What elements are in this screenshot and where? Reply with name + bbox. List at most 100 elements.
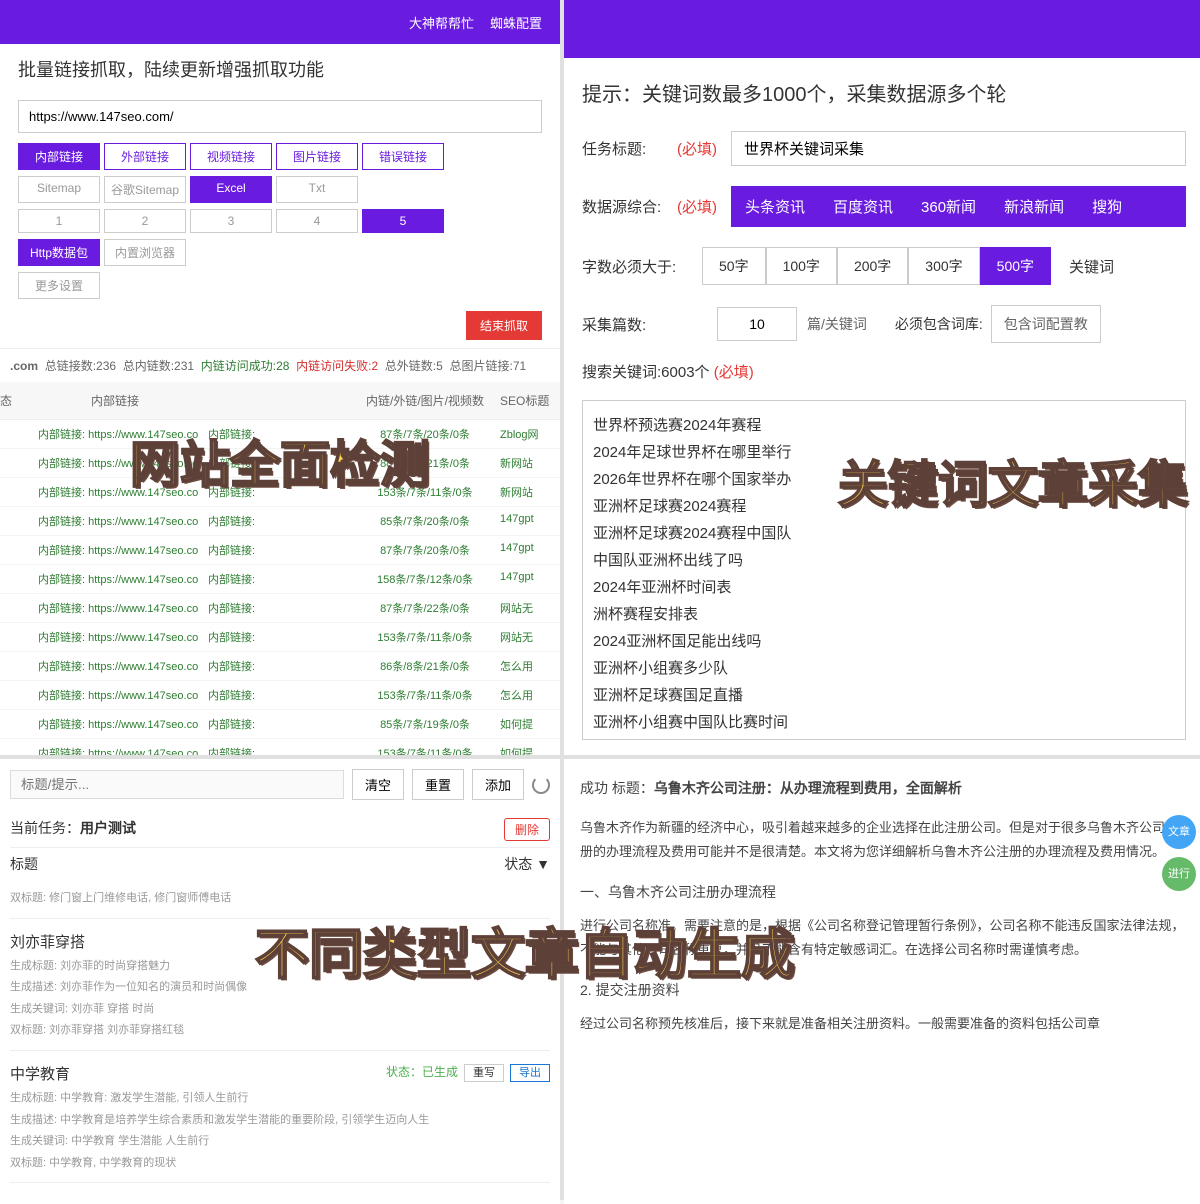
keyword-item: 2024年足球世界杯在哪里举行 bbox=[593, 438, 1175, 465]
table-row[interactable]: 内部链接: https://www.147seo.co内部链接:87条/7条/2… bbox=[0, 594, 560, 623]
count-input[interactable] bbox=[717, 307, 797, 341]
count-label: 采集篇数: bbox=[582, 314, 677, 335]
crawl-stats: .com 总链接数:236 总内链数:231 内链访问成功:28 内链访问失败:… bbox=[0, 348, 560, 382]
table-header: 态内部链接内链/外链/图片/视频数SEO标题 bbox=[0, 382, 560, 420]
tip-text: 提示：关键词数最多1000个，采集数据源多个轮 bbox=[564, 58, 1200, 121]
table-row[interactable]: 内部链接: https://www.147seo.co内部链接:85条/7条/1… bbox=[0, 710, 560, 739]
task-sub: 生成描述: 中学教育是培养学生综合素质和激发学生潜能的重要阶段, 引领学生迈向人… bbox=[10, 1110, 550, 1132]
nav-spider[interactable]: 蜘蛛配置 bbox=[490, 13, 542, 32]
link-tab-4[interactable]: 错误链接 bbox=[362, 143, 444, 170]
title-column: 标题 bbox=[10, 854, 38, 874]
article-p2: 进行公司名称准。需要注意的是，根据《公司名称登记管理暂行条例》，公司名称不能违反… bbox=[580, 914, 1188, 963]
table-row[interactable]: 内部链接: https://www.147seo.co内部链接:153条/7条/… bbox=[0, 478, 560, 507]
keyword-item: 洲杯赛程安排表 bbox=[593, 600, 1175, 627]
config-button[interactable]: 包含词配置教 bbox=[991, 305, 1101, 343]
end-crawl-button[interactable]: 结束抓取 bbox=[466, 311, 542, 340]
add-button[interactable]: 添加 bbox=[472, 769, 524, 800]
panel1-header: 批量链接抓取，陆续更新增强抓取功能 bbox=[0, 44, 560, 94]
keyword-label: 关键词 bbox=[1069, 256, 1114, 277]
must-contain-label: 必须包含词库: bbox=[895, 314, 983, 334]
task-sub: 生成描述: 刘亦菲作为一位知名的演员和时尚偶像 bbox=[10, 977, 550, 999]
wc-50字[interactable]: 50字 bbox=[702, 247, 766, 285]
delete-button[interactable]: 删除 bbox=[504, 818, 550, 841]
keyword-item: 亚洲杯小组赛多少队 bbox=[593, 654, 1175, 681]
wordcount-options: 50字100字200字300字500字 bbox=[702, 247, 1051, 285]
task-item: 刘亦菲穿搭生成标题: 刘亦菲的时尚穿搭魅力生成描述: 刘亦菲作为一位知名的演员和… bbox=[10, 919, 550, 1051]
table-row[interactable]: 内部链接: https://www.147seo.co内部链接:87条/7条/2… bbox=[0, 420, 560, 449]
task-sub: 生成标题: 中学教育: 激发学生潜能, 引领人生前行 bbox=[10, 1088, 550, 1110]
fab-article[interactable]: 文章 bbox=[1162, 815, 1196, 849]
page-5[interactable]: 5 bbox=[362, 209, 444, 233]
link-tab-2[interactable]: 视频链接 bbox=[190, 143, 272, 170]
keyword-item: 2026年世界杯在哪个国家举办 bbox=[593, 465, 1175, 492]
export-tab-2[interactable]: Excel bbox=[190, 176, 272, 203]
reset-button[interactable]: 重置 bbox=[412, 769, 464, 800]
refresh-icon[interactable] bbox=[532, 776, 550, 794]
keyword-item: 亚洲杯足球赛2024赛程中国队 bbox=[593, 519, 1175, 546]
search-input[interactable] bbox=[10, 770, 344, 799]
export-tab-0[interactable]: Sitemap bbox=[18, 176, 100, 203]
task-title: 中学教育状态：已生成重写导出 bbox=[10, 1059, 550, 1088]
task-sub: 双标题: 修门窗上门维修电话, 修门窗师傅电话 bbox=[10, 888, 550, 910]
task-title-label: 任务标题: bbox=[582, 138, 677, 159]
table-row[interactable]: 内部链接: https://www.147seo.co内部链接:153条/7条/… bbox=[0, 681, 560, 710]
export-tab-3[interactable]: Txt bbox=[276, 176, 358, 203]
keyword-textarea[interactable]: 世界杯预选赛2024年赛程2024年足球世界杯在哪里举行2026年世界杯在哪个国… bbox=[582, 400, 1186, 740]
page-2[interactable]: 2 bbox=[104, 209, 186, 233]
fab-progress[interactable]: 进行 bbox=[1162, 857, 1196, 891]
wc-500字[interactable]: 500字 bbox=[980, 247, 1051, 285]
nav-help[interactable]: 大神帮帮忙 bbox=[409, 13, 474, 32]
table-row[interactable]: 内部链接: https://www.147seo.co内部链接:158条/7条/… bbox=[0, 565, 560, 594]
mode-tab-0[interactable]: Http数据包 bbox=[18, 239, 100, 266]
keyword-item: 中国队亚洲杯出线了吗 bbox=[593, 546, 1175, 573]
source-3[interactable]: 新浪新闻 bbox=[990, 186, 1078, 227]
count-unit: 篇/关键词 bbox=[797, 306, 877, 342]
rewrite-button[interactable]: 重写 bbox=[464, 1064, 504, 1082]
keyword-item: 亚洲杯小组赛中国队比赛时间 bbox=[593, 708, 1175, 735]
source-2[interactable]: 360新闻 bbox=[907, 186, 990, 227]
wordcount-label: 字数必须大于: bbox=[582, 256, 702, 277]
link-tab-3[interactable]: 图片链接 bbox=[276, 143, 358, 170]
table-row[interactable]: 内部链接: https://www.147seo.co内部链接:86条/8条/2… bbox=[0, 652, 560, 681]
link-tab-0[interactable]: 内部链接 bbox=[18, 143, 100, 170]
url-input[interactable] bbox=[18, 100, 542, 133]
table-row[interactable]: 内部链接: https://www.147seo.co内部链接:153条/7条/… bbox=[0, 739, 560, 755]
task-item: 中学教育状态：已生成重写导出生成标题: 中学教育: 激发学生潜能, 引领人生前行… bbox=[10, 1051, 550, 1183]
mode-tab-1[interactable]: 内置浏览器 bbox=[104, 239, 186, 266]
task-title-input[interactable] bbox=[731, 131, 1186, 166]
task-sub: 生成关键词: 刘亦菲 穿搭 时尚 bbox=[10, 999, 550, 1021]
source-buttons: 头条资讯百度资讯360新闻新浪新闻搜狗 bbox=[731, 186, 1186, 227]
table-row[interactable]: 内部链接: https://www.147seo.co内部链接:87条/7条/2… bbox=[0, 536, 560, 565]
more-settings[interactable]: 更多设置 bbox=[18, 272, 100, 299]
keyword-count: 搜索关键词:6003个 (必填) bbox=[564, 353, 1200, 390]
source-0[interactable]: 头条资讯 bbox=[731, 186, 819, 227]
required-marker: (必填) bbox=[677, 138, 717, 159]
state-column: 状态 ▼ bbox=[504, 854, 550, 874]
task-sub: 生成标题: 刘亦菲的时尚穿搭魅力 bbox=[10, 956, 550, 978]
page-1[interactable]: 1 bbox=[18, 209, 100, 233]
task-sub: 双标题: 刘亦菲穿搭 刘亦菲穿搭红毯 bbox=[10, 1020, 550, 1042]
keyword-item: 亚洲杯足球赛2024赛程 bbox=[593, 492, 1175, 519]
keyword-item: 亚洲杯足球赛国足直播 bbox=[593, 681, 1175, 708]
wc-300字[interactable]: 300字 bbox=[908, 247, 979, 285]
page-3[interactable]: 3 bbox=[190, 209, 272, 233]
page-4[interactable]: 4 bbox=[276, 209, 358, 233]
link-tab-1[interactable]: 外部链接 bbox=[104, 143, 186, 170]
top-nav-2 bbox=[564, 0, 1200, 58]
top-nav: 大神帮帮忙 蜘蛛配置 bbox=[0, 0, 560, 44]
task-item: 双标题: 修门窗上门维修电话, 修门窗师傅电话 bbox=[10, 880, 550, 919]
clear-button[interactable]: 清空 bbox=[352, 769, 404, 800]
wc-100字[interactable]: 100字 bbox=[766, 247, 837, 285]
section-1: 一、乌鲁木齐公司注册办理流程 bbox=[580, 879, 1188, 906]
table-row[interactable]: 内部链接: https://www.147seo.co内部链接:88条/7条/2… bbox=[0, 449, 560, 478]
table-row[interactable]: 内部链接: https://www.147seo.co内部链接:85条/7条/2… bbox=[0, 507, 560, 536]
wc-200字[interactable]: 200字 bbox=[837, 247, 908, 285]
task-sub: 生成关键词: 中学教育 学生潜能 人生前行 bbox=[10, 1131, 550, 1153]
source-1[interactable]: 百度资讯 bbox=[819, 186, 907, 227]
export-tab-1[interactable]: 谷歌Sitemap bbox=[104, 176, 186, 203]
keyword-item: 亚洲杯足球2024赛程 bbox=[593, 735, 1175, 740]
article-p3: 经过公司名称预先核准后，接下来就是准备相关注册资料。一般需要准备的资料包括公司章 bbox=[580, 1012, 1188, 1037]
table-row[interactable]: 内部链接: https://www.147seo.co内部链接:153条/7条/… bbox=[0, 623, 560, 652]
source-4[interactable]: 搜狗 bbox=[1078, 186, 1136, 227]
export-button[interactable]: 导出 bbox=[510, 1064, 550, 1082]
